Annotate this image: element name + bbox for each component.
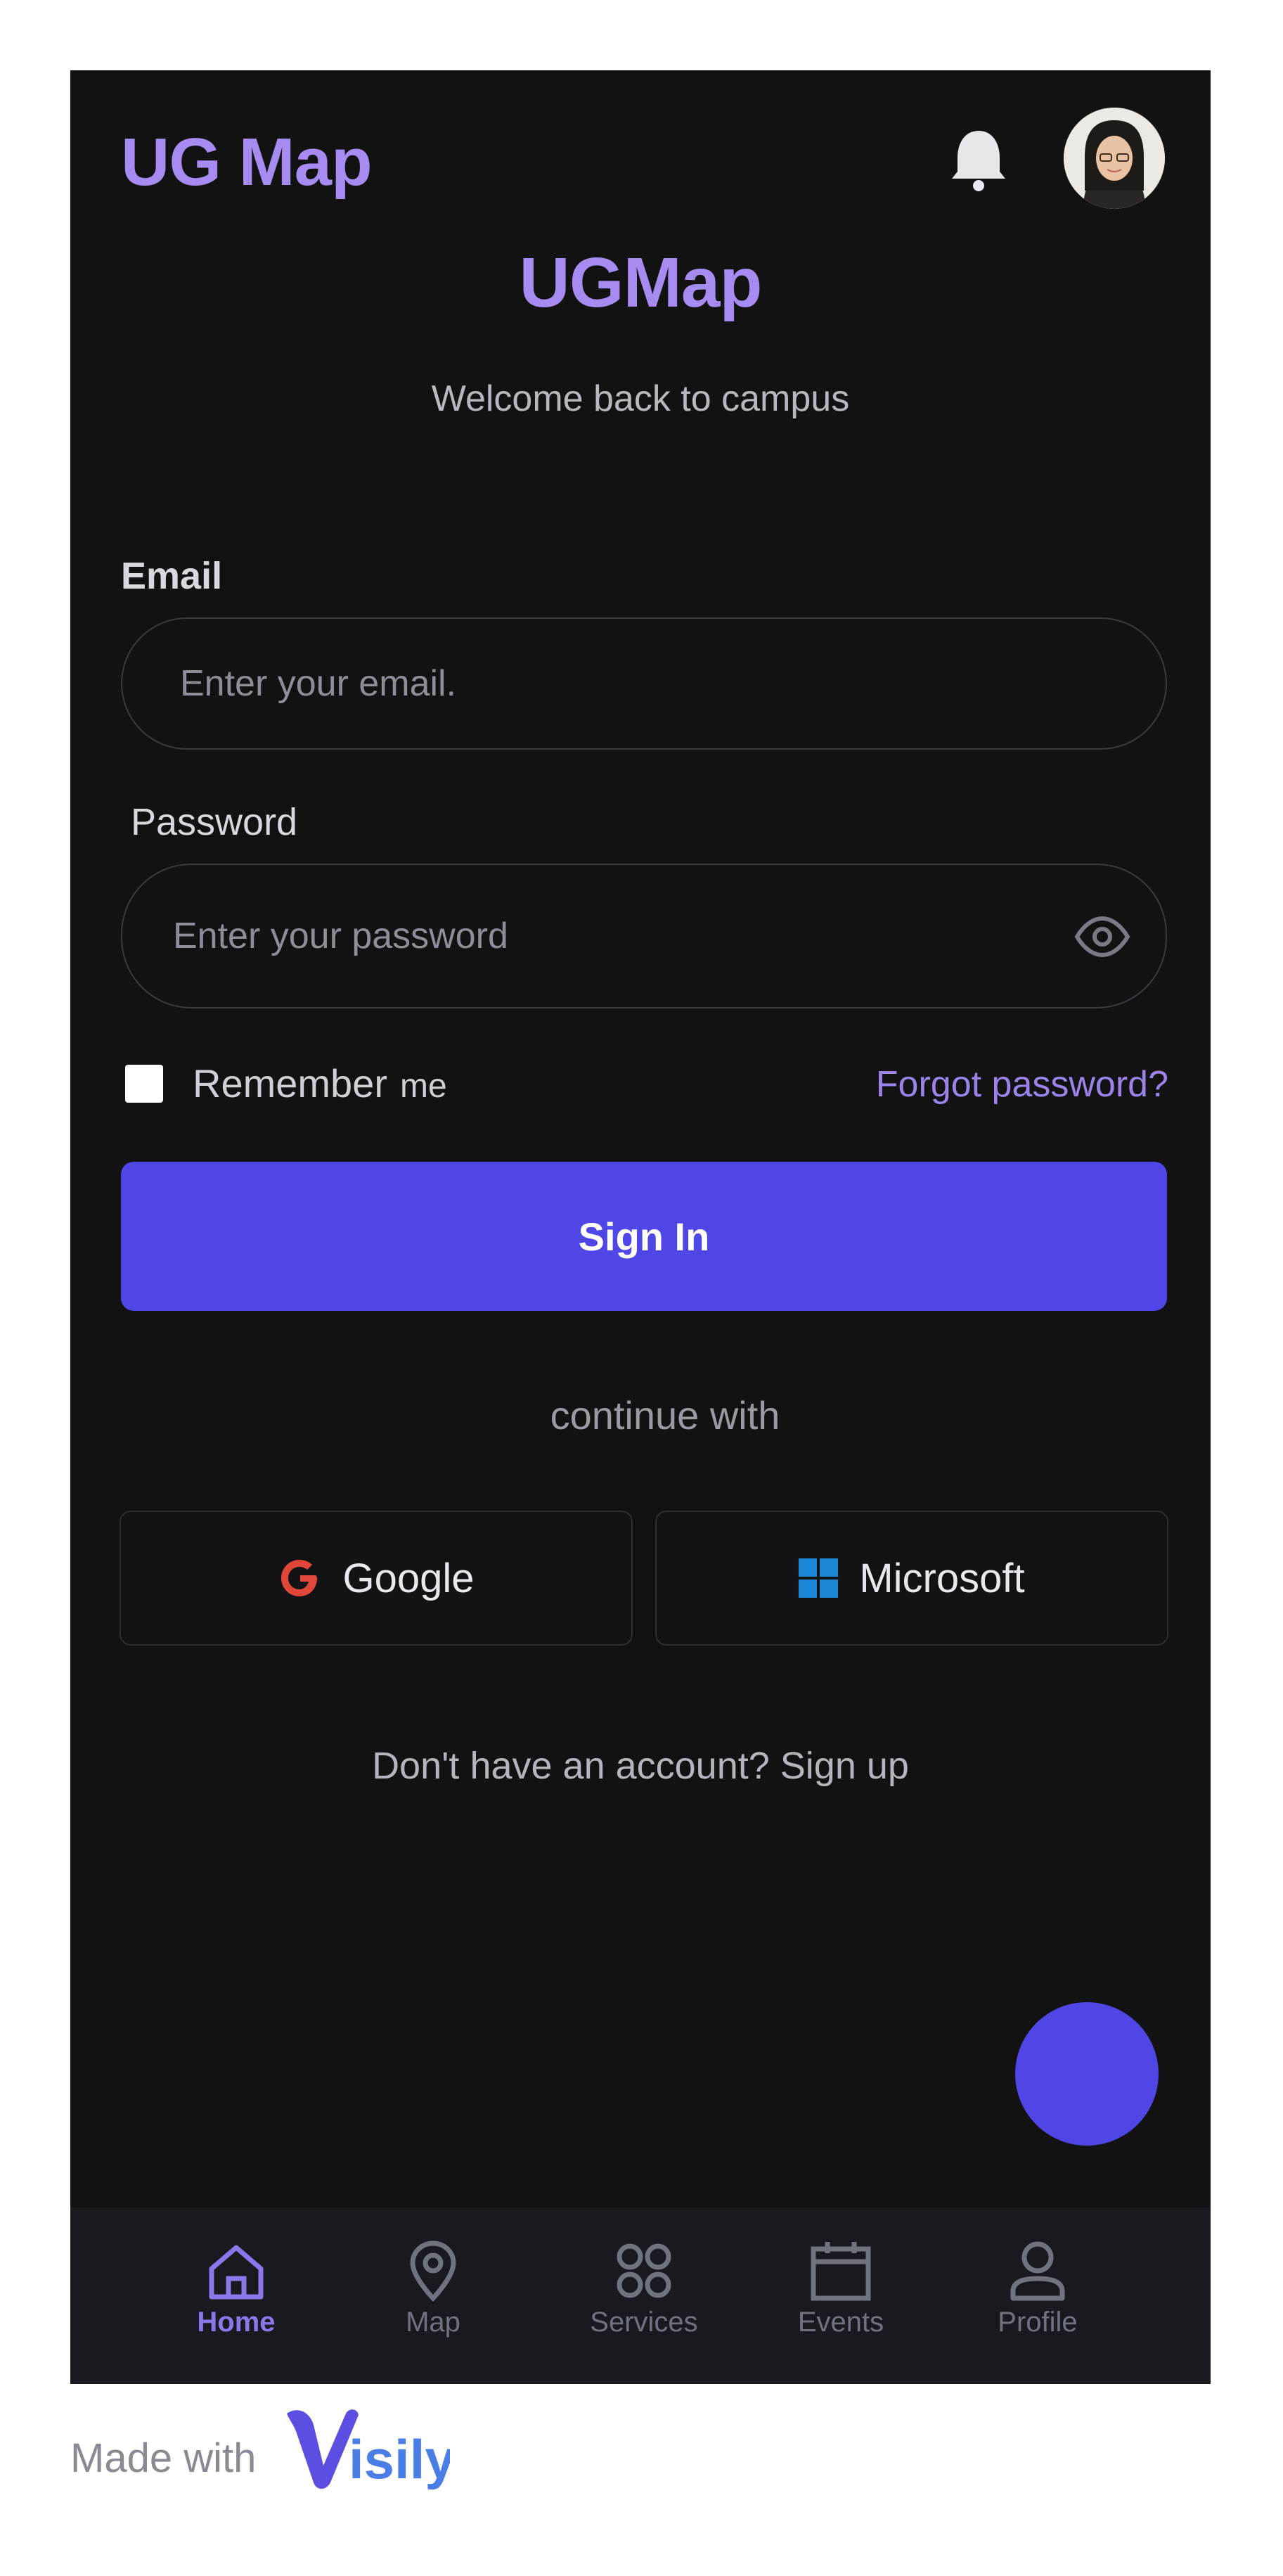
password-field[interactable] — [121, 864, 1167, 1008]
remember-checkbox[interactable] — [125, 1065, 163, 1103]
avatar[interactable] — [1064, 108, 1165, 209]
continue-with-text: continue with — [550, 1393, 780, 1437]
calendar-icon — [811, 2242, 871, 2301]
made-with-text: Made with — [70, 2435, 257, 2481]
bottom-nav: Home Map Services Events Profile — [70, 2207, 1211, 2384]
nav-item-home[interactable]: Home — [152, 2239, 321, 2338]
password-label: Password — [131, 801, 298, 843]
nav-item-services[interactable]: Services — [560, 2239, 728, 2338]
password-input[interactable] — [172, 914, 1018, 958]
home-icon — [209, 2245, 264, 2300]
email-label: Email — [121, 555, 223, 597]
email-field[interactable] — [121, 617, 1167, 750]
microsoft-icon — [799, 1558, 839, 1598]
map-pin-icon — [410, 2241, 456, 2302]
microsoft-label: Microsoft — [859, 1555, 1025, 1601]
nav-item-map[interactable]: Map — [349, 2239, 517, 2338]
bell-icon[interactable] — [943, 124, 1014, 194]
nav-item-events[interactable]: Events — [756, 2239, 925, 2338]
sign-in-button[interactable]: Sign In — [121, 1162, 1167, 1311]
eye-icon[interactable] — [1074, 914, 1130, 959]
nav-label-map: Map — [406, 2307, 460, 2338]
nav-label-events: Events — [797, 2307, 884, 2338]
nav-label-services: Services — [590, 2307, 698, 2338]
microsoft-button[interactable]: Microsoft — [655, 1511, 1168, 1646]
svg-text:isily: isily — [349, 2428, 450, 2490]
email-input[interactable] — [179, 662, 1025, 705]
user-icon — [1010, 2241, 1065, 2301]
signup-link[interactable]: Don't have an account? Sign up — [70, 1744, 1211, 1788]
nav-label-home: Home — [197, 2307, 276, 2338]
phone-screen: UG Map UGMap Welcome back to campus Emai… — [70, 70, 1211, 2384]
google-label: Google — [342, 1555, 475, 1601]
remember-suffix: me — [399, 1068, 447, 1105]
welcome-subtitle: Welcome back to campus — [431, 378, 850, 419]
grid-circles-icon — [617, 2243, 671, 2298]
brand-title: UGMap — [519, 243, 763, 322]
app-title: UG Map — [121, 124, 373, 200]
floating-action-button[interactable] — [1015, 2002, 1159, 2146]
nav-item-profile[interactable]: Profile — [953, 2239, 1122, 2338]
visily-logo[interactable]: isily — [281, 2404, 450, 2495]
remember-label: Remember me — [193, 1060, 447, 1106]
google-button[interactable]: Google — [120, 1511, 633, 1646]
forgot-password-link[interactable]: Forgot password? — [876, 1063, 1168, 1106]
google-icon — [281, 1560, 318, 1596]
nav-label-profile: Profile — [998, 2307, 1078, 2338]
remember-text: Remember — [193, 1061, 387, 1106]
